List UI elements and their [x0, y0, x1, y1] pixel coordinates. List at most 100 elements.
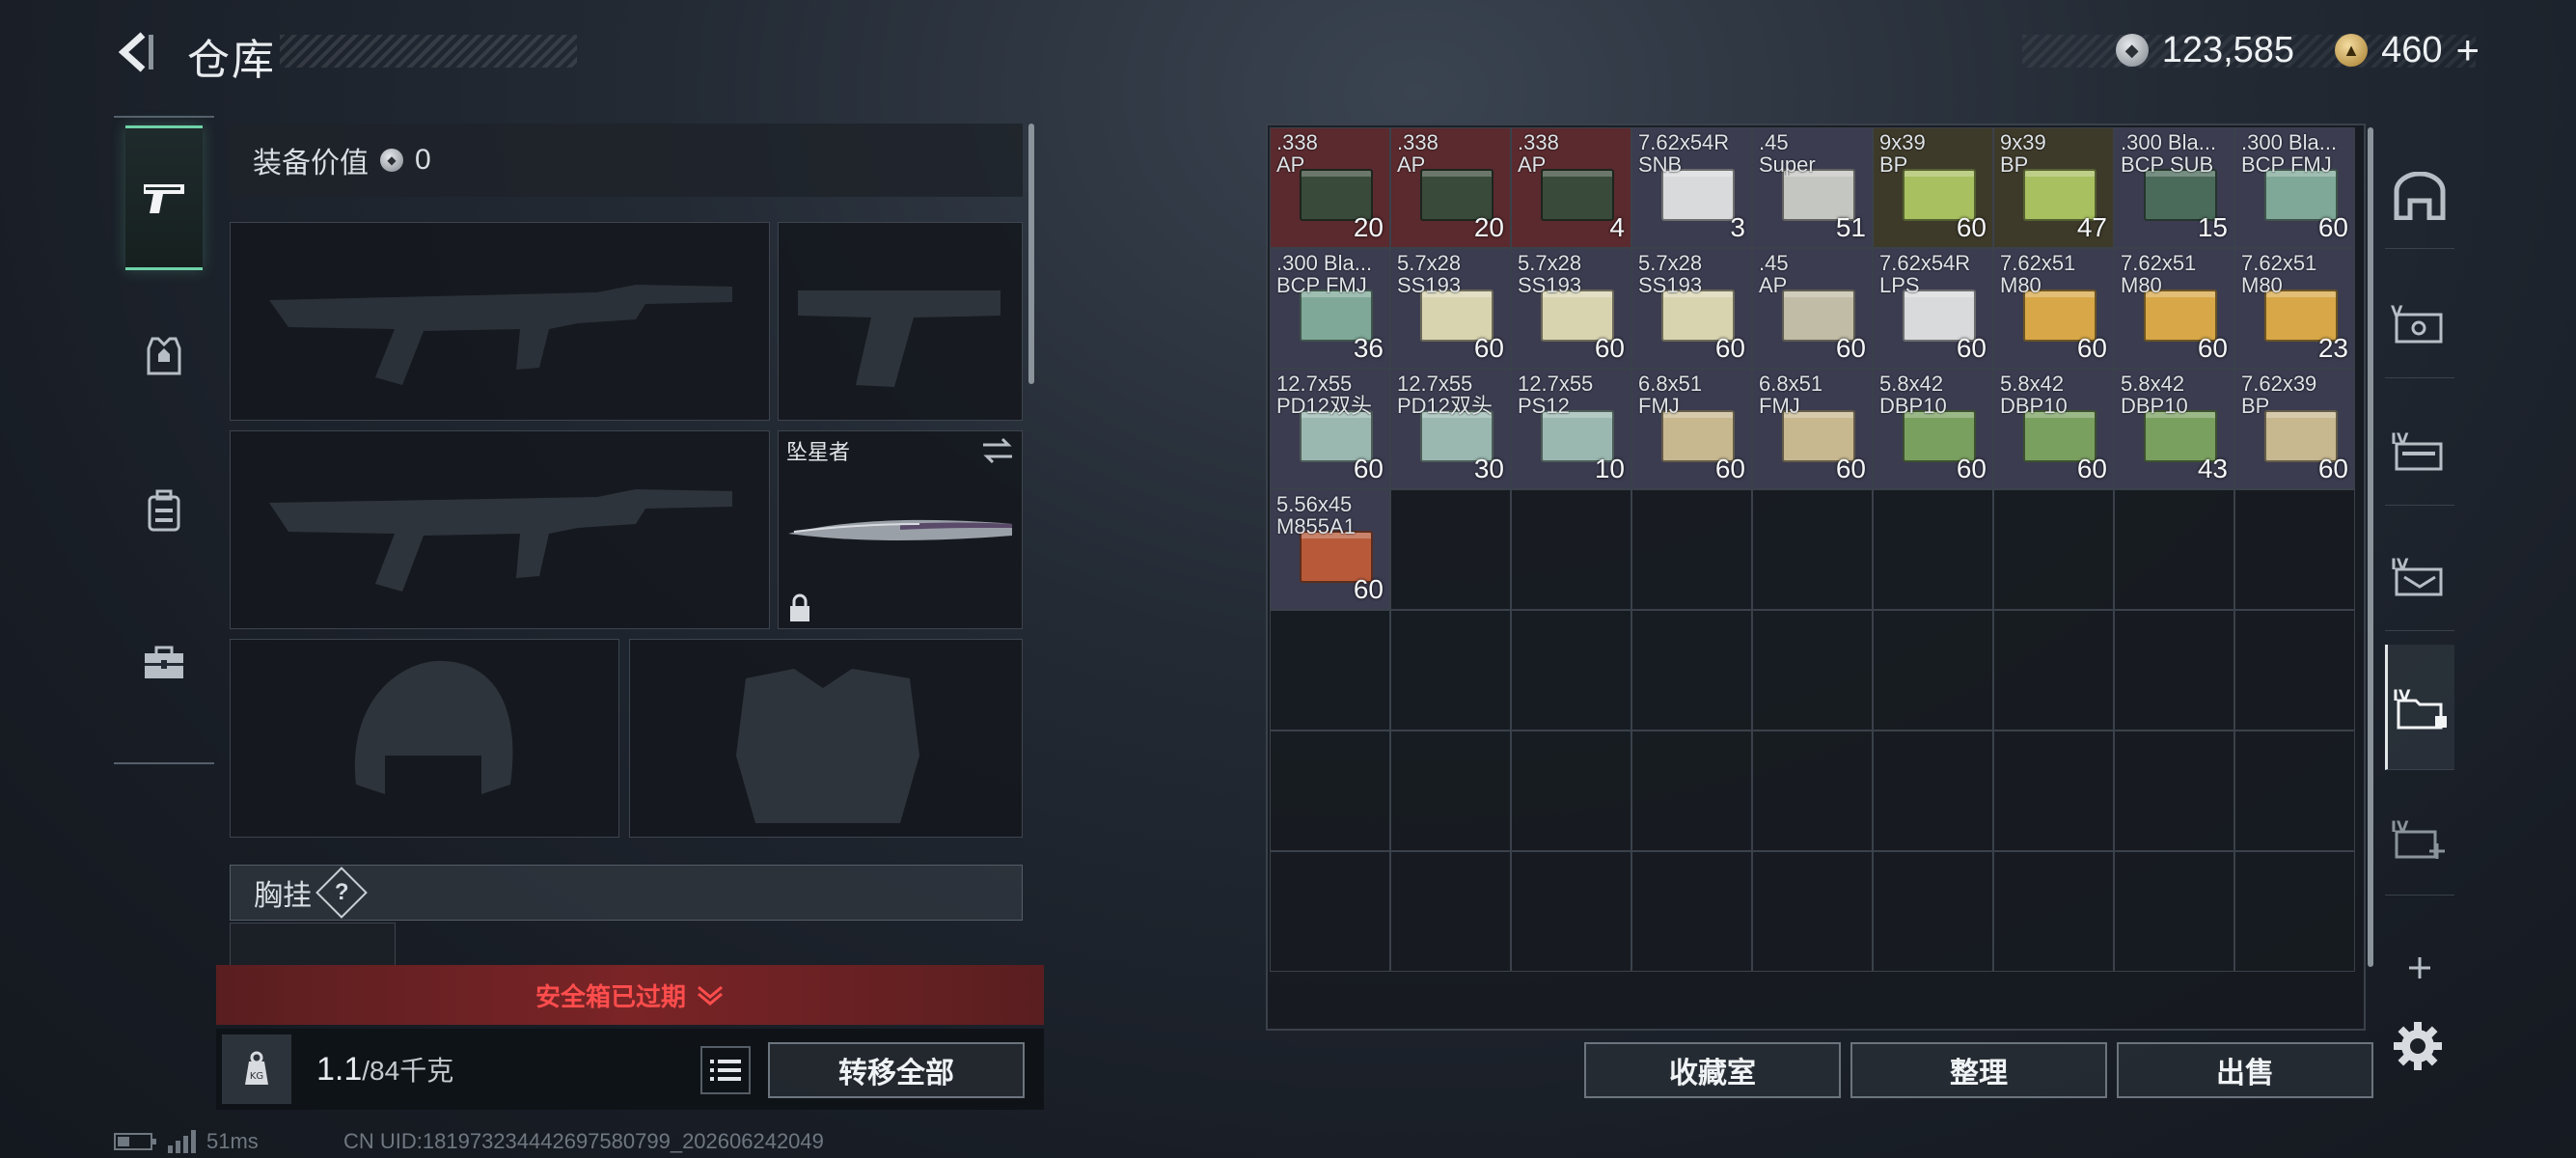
empty-cell[interactable] — [2114, 851, 2234, 972]
sort-button[interactable]: 整理 — [1850, 1042, 2107, 1098]
stash-item[interactable]: .338 AP 20 — [1270, 127, 1390, 248]
item-name: .338 AP — [1397, 131, 1439, 176]
stash-item[interactable]: 6.8x51 FMJ 60 — [1752, 369, 1873, 489]
empty-cell[interactable] — [2234, 489, 2355, 610]
stash-item[interactable]: 7.62x51 M80 60 — [1993, 248, 2114, 369]
empty-cell[interactable] — [1873, 731, 1993, 851]
stash-item[interactable]: 9x39 BP 60 — [1873, 127, 1993, 248]
stash-item[interactable]: 5.7x28 SS193 60 — [1631, 248, 1752, 369]
empty-cell[interactable] — [1752, 610, 1873, 731]
add-stash-button[interactable] — [2385, 915, 2454, 1021]
empty-cell[interactable] — [1752, 489, 1873, 610]
folder-stash-icon: IV — [2393, 686, 2447, 729]
stash-item[interactable]: 5.8x42 DBP10 60 — [1993, 369, 2114, 489]
empty-cell[interactable] — [2234, 610, 2355, 731]
settings-button[interactable] — [2391, 1019, 2445, 1073]
stash-item[interactable]: 7.62x54R LPS 60 — [1873, 248, 1993, 369]
tab-stash-4b[interactable]: IV — [2385, 519, 2454, 631]
stash-item[interactable]: 9x39 BP 47 — [1993, 127, 2114, 248]
empty-cell[interactable] — [1993, 610, 2114, 731]
stash-item[interactable]: 5.7x28 SS193 60 — [1390, 248, 1511, 369]
helmet-slot[interactable] — [230, 639, 619, 838]
empty-cell[interactable] — [1511, 731, 1631, 851]
body-armor-slot[interactable] — [629, 639, 1023, 838]
primary-weapon-slot[interactable] — [230, 222, 770, 421]
empty-cell[interactable] — [1511, 489, 1631, 610]
stash-item[interactable]: 5.56x45 M855A1 60 — [1270, 489, 1390, 610]
stash-item[interactable]: .300 Bla... BCP FMJ 60 — [2234, 127, 2355, 248]
empty-cell[interactable] — [1631, 610, 1752, 731]
empty-cell[interactable] — [2234, 851, 2355, 972]
empty-cell[interactable] — [1993, 731, 2114, 851]
add-currency-button[interactable]: + — [2455, 27, 2480, 73]
secondary-weapon-slot[interactable] — [230, 430, 770, 629]
loadout-scrollbar[interactable] — [1028, 124, 1034, 384]
stash-item[interactable]: .338 AP 4 — [1511, 127, 1631, 248]
sidearm-slot[interactable] — [778, 222, 1023, 421]
empty-cell[interactable] — [1873, 489, 1993, 610]
empty-cell[interactable] — [1270, 851, 1390, 972]
stash-item[interactable]: 7.62x51 M80 23 — [2234, 248, 2355, 369]
tab-stash-4c[interactable]: IV — [2385, 645, 2454, 770]
sell-button[interactable]: 出售 — [2117, 1042, 2373, 1098]
stash-item[interactable]: .45 Super 51 — [1752, 127, 1873, 248]
safebox-expired-banner[interactable]: 安全箱已过期 — [216, 965, 1044, 1025]
empty-cell[interactable] — [1511, 851, 1631, 972]
stash-item[interactable]: 12.7x55 PS12 10 — [1511, 369, 1631, 489]
empty-cell[interactable] — [1631, 851, 1752, 972]
empty-cell[interactable] — [1390, 731, 1511, 851]
help-icon[interactable]: ? — [315, 867, 368, 919]
stash-box-icon: V — [2391, 302, 2443, 343]
back-button[interactable] — [114, 29, 160, 75]
empty-cell[interactable] — [1752, 731, 1873, 851]
nav-backpack[interactable] — [125, 438, 203, 583]
collection-room-button[interactable]: 收藏室 — [1584, 1042, 1841, 1098]
stash-item[interactable]: .338 AP 20 — [1390, 127, 1511, 248]
melee-slot[interactable]: 坠星者 — [778, 430, 1023, 629]
stash-item[interactable]: 5.7x28 SS193 60 — [1511, 248, 1631, 369]
nav-armor[interactable] — [125, 284, 203, 428]
tab-all-stash[interactable] — [2385, 143, 2454, 249]
tab-stash-add[interactable]: IV — [2385, 780, 2454, 896]
stash-item[interactable]: .45 AP 60 — [1752, 248, 1873, 369]
stash-item[interactable]: 7.62x54R SNB 3 — [1631, 127, 1752, 248]
empty-cell[interactable] — [1631, 731, 1752, 851]
weight-current: 1.1 — [316, 1051, 363, 1088]
empty-cell[interactable] — [1270, 731, 1390, 851]
swap-icon[interactable] — [981, 437, 1014, 464]
tab-stash-5[interactable]: V — [2385, 266, 2454, 378]
stash-item[interactable]: 5.8x42 DBP10 43 — [2114, 369, 2234, 489]
stash-item[interactable]: 12.7x55 PD12双头 60 — [1270, 369, 1390, 489]
empty-cell[interactable] — [2234, 731, 2355, 851]
tab-stash-4a[interactable]: IV — [2385, 394, 2454, 506]
item-name: 5.7x28 SS193 — [1518, 252, 1582, 296]
empty-cell[interactable] — [1270, 610, 1390, 731]
stash-item[interactable]: 7.62x39 BP 60 — [2234, 369, 2355, 489]
transfer-all-button[interactable]: 转移全部 — [768, 1042, 1025, 1098]
stash-item[interactable]: 6.8x51 FMJ 60 — [1631, 369, 1752, 489]
empty-cell[interactable] — [2114, 731, 2234, 851]
item-name: .300 Bla... BCP FMJ — [1276, 252, 1373, 296]
stash-item[interactable]: .300 Bla... BCP FMJ 36 — [1270, 248, 1390, 369]
empty-cell[interactable] — [1511, 610, 1631, 731]
empty-cell[interactable] — [1873, 851, 1993, 972]
loadout-footer: KG 1.1/84千克 转移全部 — [216, 1029, 1044, 1110]
stash-item[interactable]: 5.8x42 DBP10 60 — [1873, 369, 1993, 489]
stash-item[interactable]: 12.7x55 PD12双头 30 — [1390, 369, 1511, 489]
empty-cell[interactable] — [1993, 851, 2114, 972]
empty-cell[interactable] — [1390, 489, 1511, 610]
empty-cell[interactable] — [1873, 610, 1993, 731]
empty-cell[interactable] — [2114, 610, 2234, 731]
empty-cell[interactable] — [2114, 489, 2234, 610]
stash-scrollbar[interactable] — [2368, 127, 2373, 967]
list-view-button[interactable] — [700, 1046, 751, 1094]
empty-cell[interactable] — [1993, 489, 2114, 610]
empty-cell[interactable] — [1390, 851, 1511, 972]
nav-case[interactable] — [125, 591, 203, 735]
stash-item[interactable]: 7.62x51 M80 60 — [2114, 248, 2234, 369]
nav-weapons[interactable] — [125, 125, 203, 270]
empty-cell[interactable] — [1390, 610, 1511, 731]
stash-item[interactable]: .300 Bla... BCP SUB 15 — [2114, 127, 2234, 248]
empty-cell[interactable] — [1752, 851, 1873, 972]
empty-cell[interactable] — [1631, 489, 1752, 610]
